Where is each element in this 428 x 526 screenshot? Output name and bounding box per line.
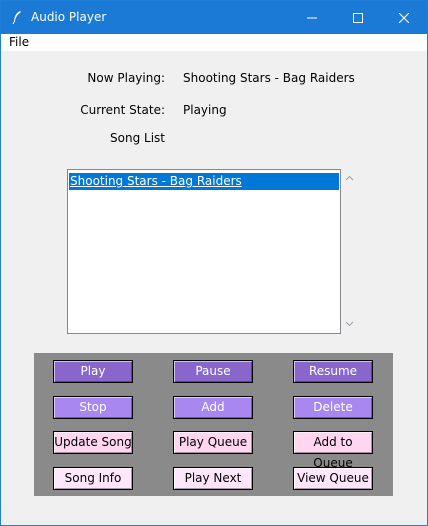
controls-panel: Play Pause Resume Stop Add Delete Update… <box>34 353 393 496</box>
play-button[interactable]: Play <box>53 360 133 383</box>
view-queue-button[interactable]: View Queue <box>293 467 373 490</box>
current-state-value: Playing <box>183 103 227 117</box>
chevron-up-icon <box>345 175 353 181</box>
maximize-button[interactable] <box>335 1 381 34</box>
audio-player-window: Audio Player File Now Playing: Shooting … <box>0 0 428 526</box>
minimize-icon <box>307 17 317 18</box>
delete-button[interactable]: Delete <box>293 396 373 419</box>
chevron-down-icon <box>345 321 353 327</box>
menu-bar: File <box>1 34 427 51</box>
song-list-item-selected[interactable]: Shooting Stars - Bag Raiders <box>69 173 339 190</box>
scroll-up-button[interactable] <box>342 171 356 185</box>
now-playing-value: Shooting Stars - Bag Raiders <box>183 71 355 85</box>
now-playing-label: Now Playing: <box>87 71 165 85</box>
song-info-button[interactable]: Song Info <box>53 467 133 490</box>
feather-icon <box>12 11 21 24</box>
stop-button[interactable]: Stop <box>53 396 133 419</box>
maximize-icon <box>353 12 363 23</box>
update-song-button[interactable]: Update Song <box>53 431 133 454</box>
close-icon <box>399 12 409 23</box>
title-bar[interactable]: Audio Player <box>1 1 427 34</box>
play-next-button[interactable]: Play Next <box>173 467 253 490</box>
add-to-queue-button[interactable]: Add to Queue <box>293 431 373 470</box>
scroll-down-button[interactable] <box>342 317 356 331</box>
close-button[interactable] <box>381 1 427 34</box>
add-button[interactable]: Add <box>173 396 253 419</box>
minimize-button[interactable] <box>289 1 335 34</box>
pause-button[interactable]: Pause <box>173 360 253 383</box>
song-listbox[interactable]: Shooting Stars - Bag Raiders <box>67 169 341 334</box>
resume-button[interactable]: Resume <box>293 360 373 383</box>
menu-file[interactable]: File <box>9 35 29 49</box>
song-list-label: Song List <box>110 131 165 145</box>
window-title: Audio Player <box>31 10 107 24</box>
current-state-label: Current State: <box>80 103 165 117</box>
play-queue-button[interactable]: Play Queue <box>173 431 253 454</box>
